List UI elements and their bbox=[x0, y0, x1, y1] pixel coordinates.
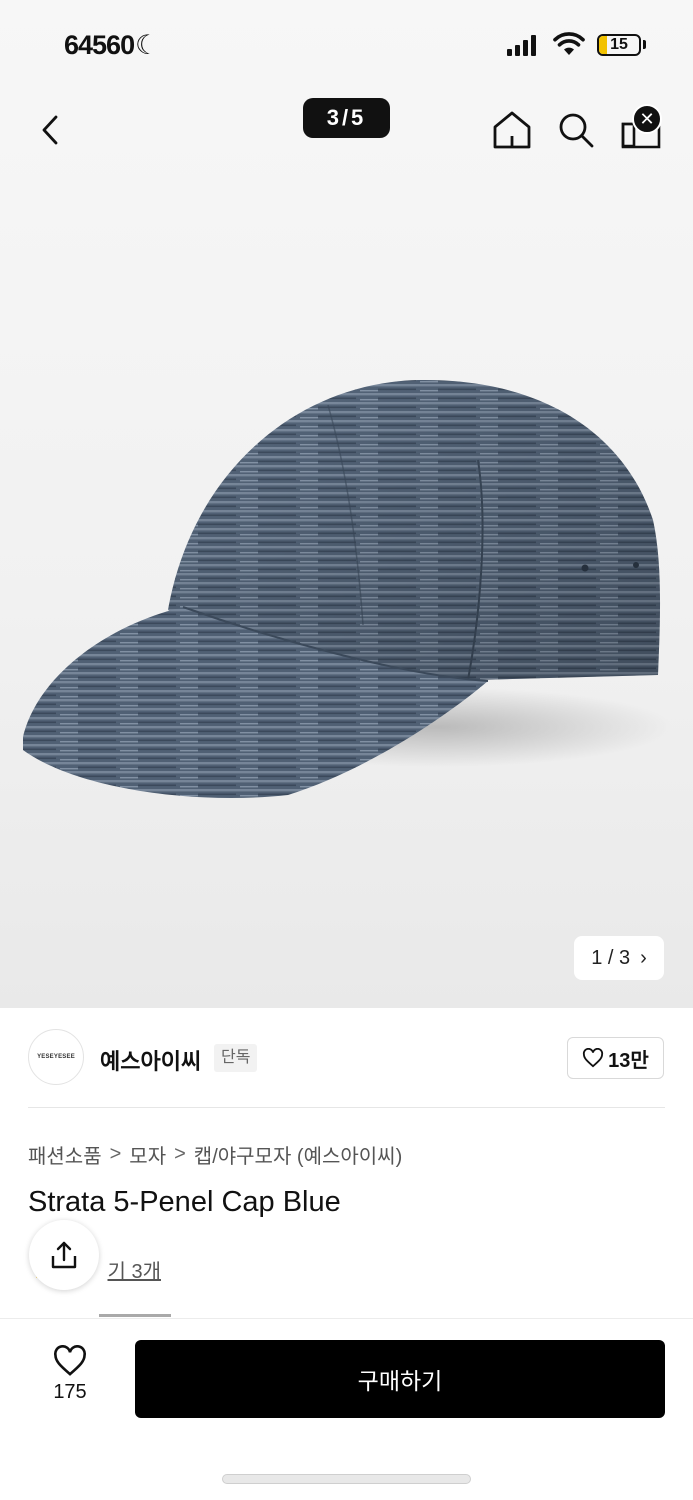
chevron-right-icon: > bbox=[109, 1143, 122, 1165]
heart-icon bbox=[583, 1048, 604, 1068]
brand-like-count: 13만 bbox=[608, 1049, 649, 1072]
chevron-right-icon: › bbox=[640, 946, 647, 969]
wishlist-button[interactable]: 175 bbox=[40, 1345, 100, 1404]
home-icon[interactable] bbox=[490, 108, 534, 152]
close-icon[interactable]: ✕ bbox=[632, 104, 662, 134]
breadcrumb: 패션소품 > 모자 > 캡/야구모자 (예스아이씨) bbox=[28, 1140, 402, 1169]
breadcrumb-item[interactable]: 캡/야구모자 (예스아이씨) bbox=[194, 1140, 402, 1169]
product-photo bbox=[23, 379, 673, 798]
breadcrumb-item[interactable]: 모자 bbox=[129, 1140, 166, 1169]
share-button[interactable] bbox=[29, 1220, 99, 1290]
status-time: 64560☾ bbox=[64, 30, 159, 60]
brand-name[interactable]: 예스아이씨 bbox=[100, 1044, 201, 1076]
brand-logo[interactable]: YESEYESEE bbox=[28, 1029, 84, 1085]
gallery-pager[interactable]: 1 / 3 › bbox=[574, 936, 664, 980]
breadcrumb-item[interactable]: 패션소품 bbox=[28, 1140, 102, 1169]
battery-icon: 15 bbox=[597, 34, 641, 56]
search-icon[interactable] bbox=[556, 110, 596, 150]
moon-icon: ☾ bbox=[135, 30, 159, 60]
heart-icon bbox=[54, 1345, 86, 1376]
cart-button[interactable]: ✕ bbox=[620, 104, 664, 152]
image-counter: 3/5 bbox=[303, 98, 390, 138]
divider bbox=[28, 1107, 665, 1108]
tab-indicator bbox=[99, 1314, 171, 1317]
product-image-gallery[interactable]: 64560☾ 15 3/5 ✕ 1 / 3 › bbox=[0, 0, 693, 1008]
battery-tip bbox=[643, 40, 646, 49]
exclusive-badge: 단독 bbox=[214, 1044, 258, 1072]
review-count[interactable]: 기 3개 bbox=[108, 1261, 161, 1283]
home-indicator[interactable] bbox=[222, 1474, 471, 1484]
cellular-signal-icon bbox=[507, 34, 536, 56]
pager-text: 1 / 3 bbox=[591, 946, 631, 969]
chevron-right-icon: > bbox=[174, 1143, 186, 1165]
wifi-icon bbox=[553, 32, 585, 55]
share-icon bbox=[51, 1241, 77, 1269]
buy-button[interactable]: 구매하기 bbox=[135, 1340, 665, 1418]
back-icon[interactable] bbox=[36, 112, 66, 148]
product-title: Strata 5-Penel Cap Blue bbox=[28, 1186, 341, 1218]
wish-count: 175 bbox=[53, 1381, 87, 1403]
brand-like-button[interactable]: 13만 bbox=[567, 1037, 664, 1079]
